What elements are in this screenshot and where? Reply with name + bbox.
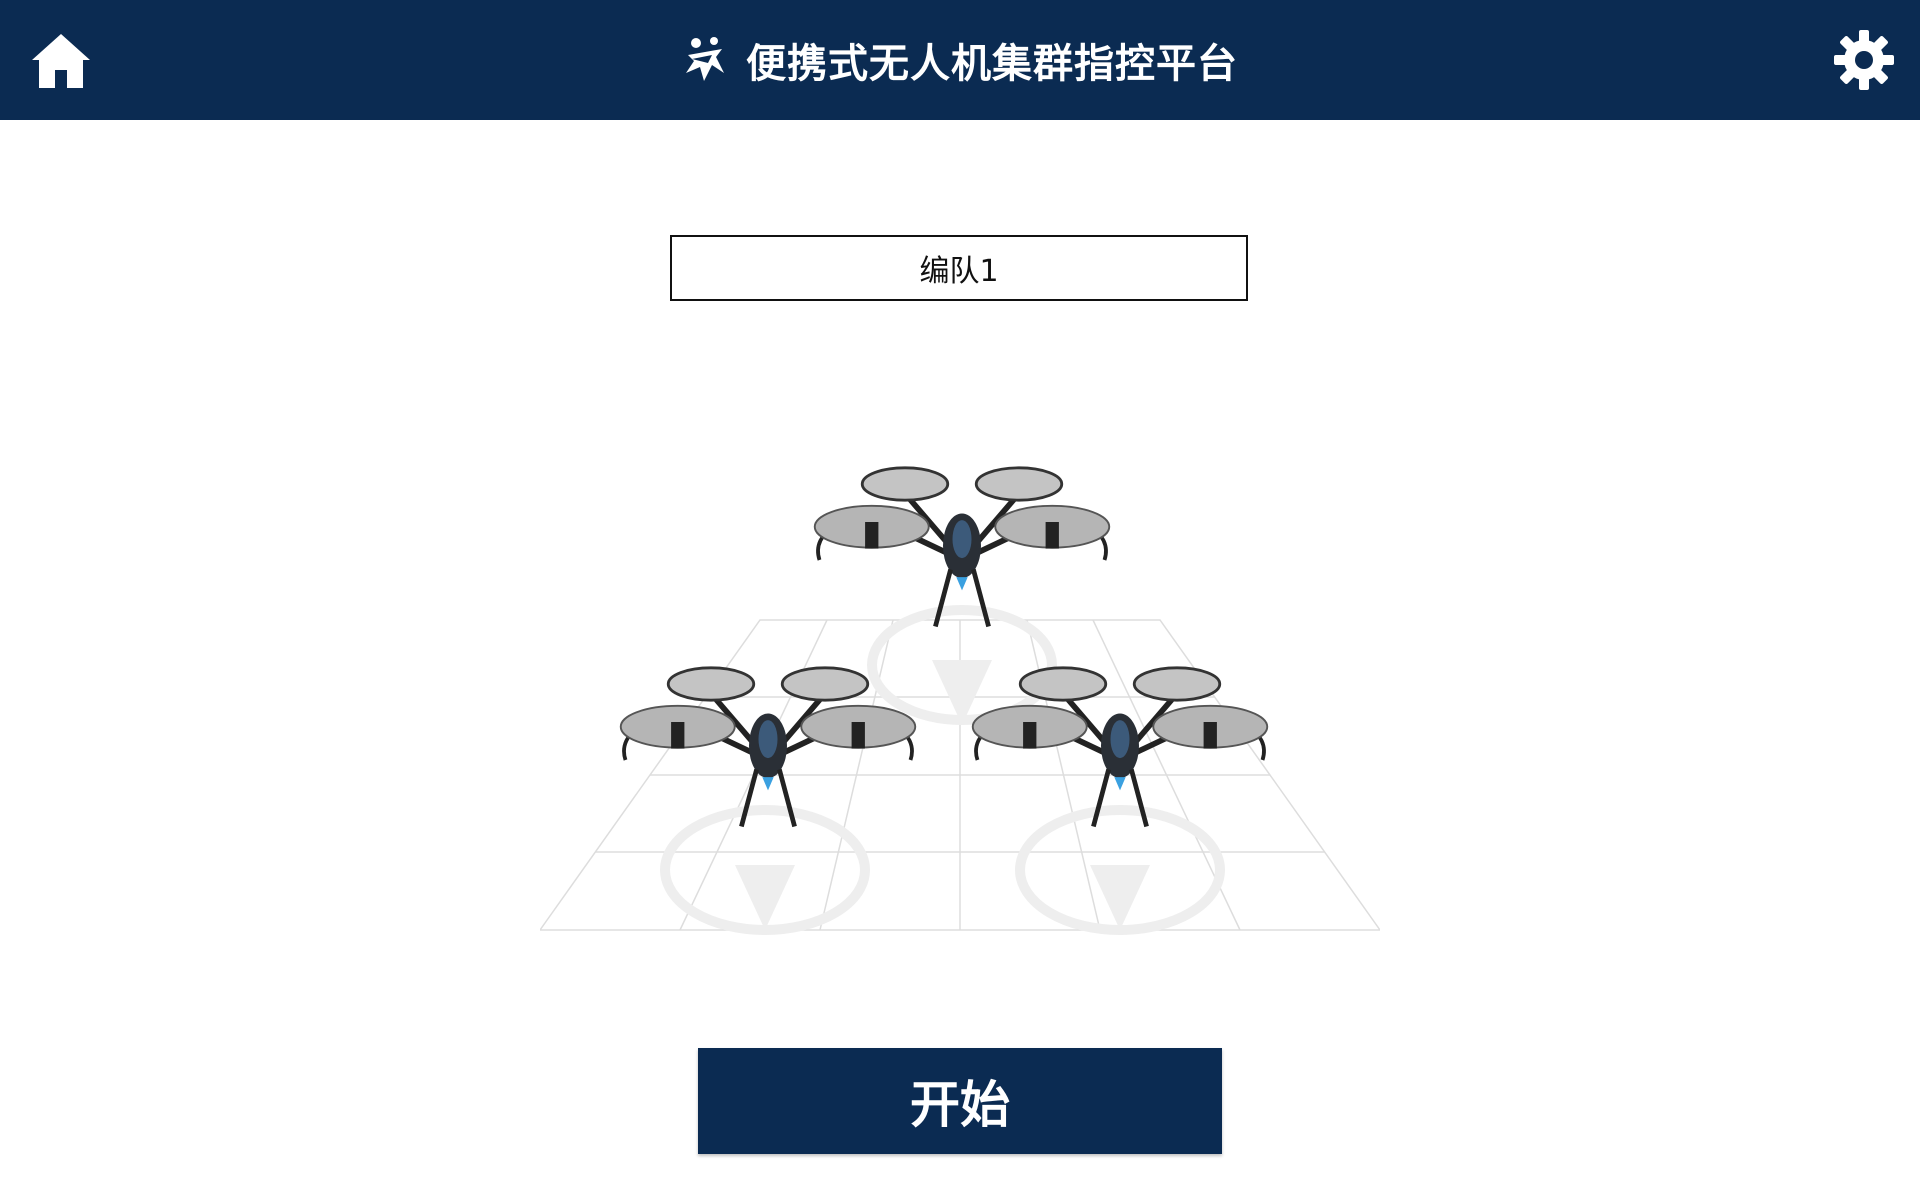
start-button[interactable]: 开始 xyxy=(698,1048,1222,1154)
gear-icon xyxy=(1834,30,1894,90)
drone-logo-icon xyxy=(686,37,724,81)
drone-icon xyxy=(973,668,1268,827)
page-title: 便携式无人机集群指控平台 xyxy=(746,41,1238,87)
top-bar: 便携式无人机集群指控平台 xyxy=(0,0,1920,120)
formation-illustration xyxy=(540,460,1380,935)
title-area: 便携式无人机集群指控平台 xyxy=(0,0,1920,120)
formation-name-label: 编队1 xyxy=(919,254,999,289)
drone-icon xyxy=(815,468,1110,627)
settings-button[interactable] xyxy=(1832,28,1896,92)
drone-icon xyxy=(621,668,916,827)
position-arrows xyxy=(735,660,1150,930)
formation-name-field[interactable]: 编队1 xyxy=(670,235,1248,301)
